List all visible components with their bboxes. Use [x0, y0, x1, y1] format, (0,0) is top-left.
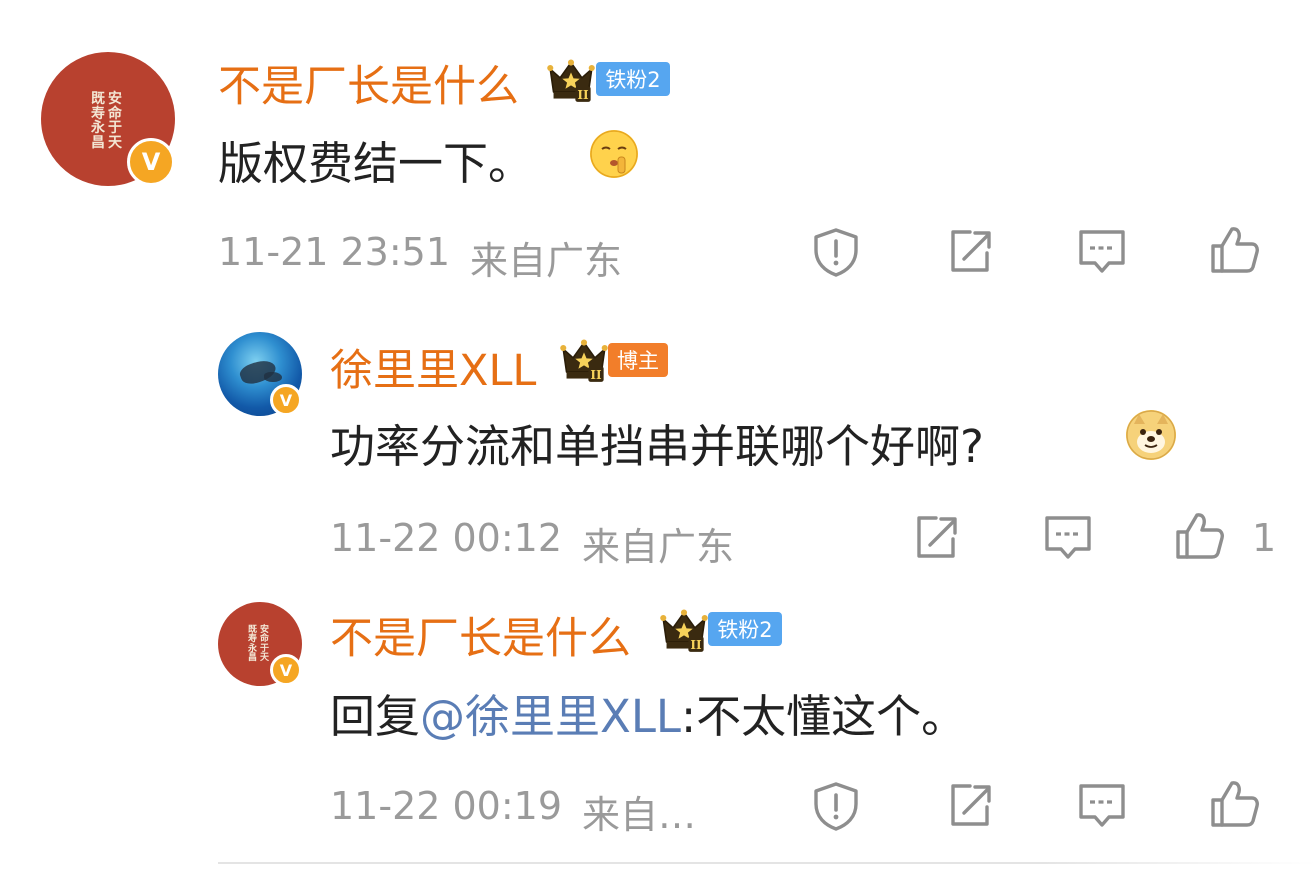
crown-badge-icon: [547, 58, 595, 102]
comment-icon[interactable]: [1076, 226, 1128, 278]
like-count: 1: [1252, 516, 1277, 560]
comment-location: 来自广东: [470, 239, 623, 283]
comment-text: 回复@徐里里XLL:不太懂这个。: [330, 680, 966, 745]
shush-emoji-icon: [590, 130, 638, 178]
username[interactable]: 不是厂长是什么: [330, 604, 631, 666]
comment-time: 11-22 00:19: [330, 784, 563, 828]
crown-badge-icon: [660, 608, 708, 652]
avatar[interactable]: 安命于天 既寿永昌 V: [41, 52, 175, 186]
comment-icon[interactable]: [1076, 780, 1128, 832]
avatar-seal-text: 安命于天 既寿永昌: [91, 91, 122, 152]
mention-link[interactable]: @徐里里XLL: [420, 690, 681, 743]
verified-badge-icon: V: [270, 654, 302, 686]
verified-badge-icon: V: [270, 384, 302, 416]
like-icon[interactable]: [1208, 778, 1260, 830]
crown-badge-icon: [560, 338, 608, 382]
share-icon[interactable]: [944, 780, 996, 832]
like-icon[interactable]: [1173, 510, 1225, 562]
username[interactable]: 徐里里XLL: [330, 336, 536, 398]
comment-text: 版权费结一下。: [218, 137, 534, 190]
comment-location: 来自广东: [582, 525, 735, 569]
username[interactable]: 不是厂长是什么: [218, 52, 519, 114]
share-icon[interactable]: [944, 226, 996, 278]
comment-time: 11-22 00:12: [330, 516, 563, 560]
reply-body: :不太懂这个。: [681, 690, 967, 743]
fan-tag[interactable]: 铁粉2: [708, 612, 782, 646]
comment-icon[interactable]: [1042, 512, 1094, 564]
share-icon[interactable]: [910, 512, 962, 564]
verified-badge-icon: V: [127, 138, 175, 186]
divider: [218, 862, 1316, 864]
host-tag[interactable]: 博主: [608, 343, 668, 377]
comment-location: 来自…: [582, 793, 697, 837]
avatar-seal-text: 安命于天 既寿永昌: [248, 625, 270, 664]
avatar[interactable]: V: [218, 332, 302, 416]
like-icon[interactable]: [1208, 224, 1260, 276]
report-icon[interactable]: [810, 226, 862, 278]
report-icon[interactable]: [810, 780, 862, 832]
fan-tag[interactable]: 铁粉2: [596, 62, 670, 96]
reply-prefix: 回复: [330, 690, 421, 743]
doge-emoji-icon: [1126, 410, 1176, 460]
avatar[interactable]: 安命于天 既寿永昌 V: [218, 602, 302, 686]
comment-time: 11-21 23:51: [218, 230, 451, 274]
comment-text: 功率分流和单挡串并联哪个好啊?: [330, 420, 984, 473]
